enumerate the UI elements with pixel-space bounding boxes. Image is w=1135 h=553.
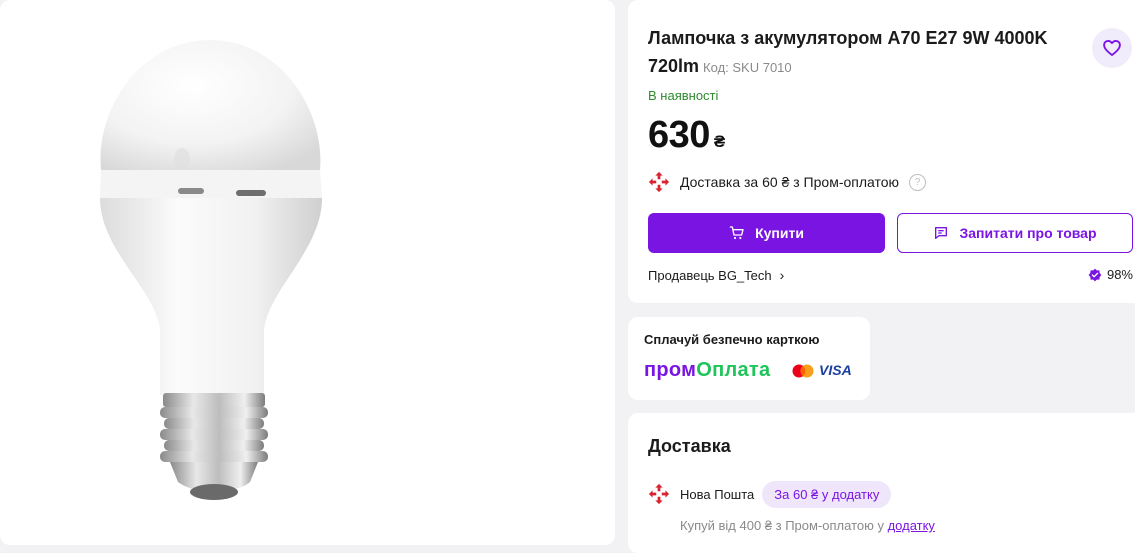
chat-icon	[935, 227, 948, 239]
rating-badge-icon	[1088, 268, 1102, 281]
delivery-promo-text: Доставка за 60 ₴ з Пром-оплатою	[680, 174, 900, 190]
heart-icon	[1103, 40, 1121, 56]
price-currency: ₴	[713, 132, 725, 151]
seller-link[interactable]: Продавець BG_Tech ›	[648, 267, 784, 283]
delivery-title: Доставка	[648, 436, 731, 456]
ask-question-label: Запитати про товар	[959, 225, 1097, 241]
seller-label: Продавець BG_Tech	[648, 267, 772, 283]
payment-title: Сплачуй безпечно карткою	[644, 332, 820, 347]
product-info-card: Лампочка з акумулятором A70 E27 9W 4000K…	[628, 0, 1135, 303]
product-image-panel[interactable]	[0, 0, 615, 545]
nova-poshta-icon	[648, 483, 670, 505]
help-icon[interactable]: ?	[909, 173, 927, 191]
mastercard-icon	[792, 364, 814, 378]
cart-icon	[729, 226, 744, 240]
carrier-name: Нова Пошта	[680, 486, 755, 502]
stock-status: В наявності	[648, 88, 719, 103]
product-image[interactable]	[0, 0, 615, 533]
delivery-card: Доставка Нова Пошта За 60 ₴ у додатку Ку…	[628, 413, 1135, 553]
product-title: Лампочка з акумулятором A70 E27 9W 4000K…	[648, 24, 1068, 82]
seller-rating[interactable]: 98%	[1088, 267, 1133, 282]
buy-button[interactable]: Купити	[648, 213, 885, 253]
promoplata-logo-part2: Оплата	[696, 359, 771, 381]
favorite-button[interactable]	[1092, 28, 1132, 68]
visa-logo: VISA	[819, 362, 852, 378]
buy-button-label: Купити	[755, 225, 804, 241]
product-sku: Код: SKU 7010	[703, 60, 792, 75]
seller-rating-value: 98%	[1106, 267, 1133, 282]
promoplata-logo-part1: пром	[644, 359, 697, 381]
chevron-right-icon: ›	[779, 267, 785, 283]
payment-card: Сплачуй безпечно карткою промОплата VISA	[628, 317, 870, 400]
delivery-note: Купуй від 400 ₴ з Пром-оплатою у додатку	[680, 518, 935, 533]
delivery-price-badge: За 60 ₴ у додатку	[762, 480, 892, 508]
promoplata-logo: промОплата	[644, 359, 770, 382]
delivery-note-text: Купуй від 400 ₴ з Пром-оплатою у	[680, 518, 888, 533]
nova-poshta-icon	[648, 171, 670, 193]
delivery-option-nova-poshta: Нова Пошта За 60 ₴ у додатку	[648, 480, 892, 508]
ask-question-button[interactable]: Запитати про товар	[897, 213, 1133, 253]
price-value: 630	[648, 114, 710, 156]
app-link[interactable]: додатку	[888, 518, 935, 533]
price: 630 ₴	[648, 114, 725, 157]
delivery-promo: Доставка за 60 ₴ з Пром-оплатою ?	[648, 170, 927, 194]
